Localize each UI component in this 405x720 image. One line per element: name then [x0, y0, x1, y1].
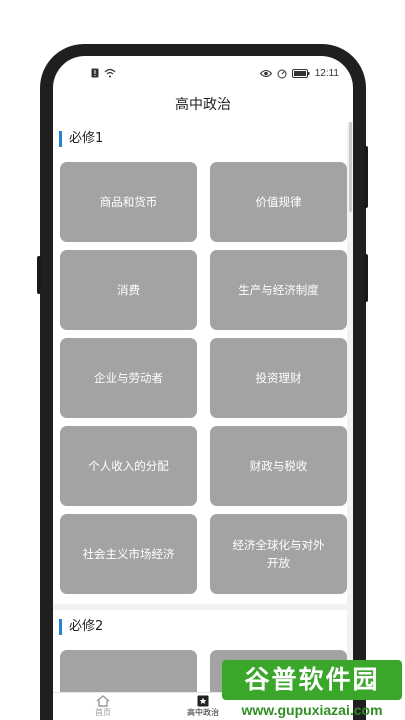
- topic-card[interactable]: 价值规律: [210, 162, 347, 242]
- section-header-bixiu1: 必修1: [53, 122, 347, 156]
- topic-card[interactable]: 生产与经济制度: [210, 250, 347, 330]
- topic-card[interactable]: 消费: [60, 250, 197, 330]
- phone-volume-button: [364, 146, 368, 208]
- top-bar: 高中政治: [53, 90, 353, 120]
- phone-side-button: [37, 256, 41, 294]
- section-title: 必修2: [69, 619, 104, 634]
- section-accent-bar: [59, 619, 62, 635]
- topic-card[interactable]: [60, 650, 197, 692]
- topic-card[interactable]: 经济全球化与对外开放: [210, 514, 347, 594]
- topic-card[interactable]: 个人收入的分配: [60, 426, 197, 506]
- phone-power-button: [364, 254, 368, 302]
- card-grid: 商品和货币 价值规律 消费 生产与经济制度 企业与劳动者 投资理财 个人收入的分…: [53, 156, 347, 604]
- watermark-brand: 谷普软件园: [222, 660, 402, 700]
- tab-label: 首页: [95, 708, 111, 717]
- topic-card[interactable]: 财政与税收: [210, 426, 347, 506]
- section-title: 必修1: [69, 131, 104, 146]
- topic-card[interactable]: 社会主义市场经济: [60, 514, 197, 594]
- battery-icon: [291, 69, 310, 78]
- tab-label: 高中政治: [187, 708, 219, 717]
- page-title: 高中政治: [175, 97, 231, 113]
- app-screen: 12:11 高中政治 必修1 商品和货币 价值规律 消费 生产与经济制度 企业与…: [53, 56, 353, 720]
- watermark-url: www.gupuxiazai.com: [241, 702, 383, 718]
- topic-card[interactable]: 商品和货币: [60, 162, 197, 242]
- site-watermark: 谷普软件园 www.gupuxiazai.com: [222, 660, 402, 720]
- status-bar: 12:11: [53, 56, 353, 90]
- home-icon: [96, 695, 110, 707]
- speed-icon: [277, 69, 287, 78]
- section-accent-bar: [59, 131, 62, 147]
- content-scroll-area[interactable]: 必修1 商品和货币 价值规律 消费 生产与经济制度 企业与劳动者 投资理财 个人…: [53, 122, 353, 692]
- status-time: 12:11: [314, 68, 339, 79]
- section-header-bixiu2: 必修2: [53, 610, 347, 644]
- topic-card[interactable]: 投资理财: [210, 338, 347, 418]
- tab-home[interactable]: 首页: [53, 695, 153, 720]
- star-book-icon: [197, 695, 209, 707]
- eye-icon: [259, 70, 272, 77]
- topic-card[interactable]: 企业与劳动者: [60, 338, 197, 418]
- wifi-icon: [104, 68, 116, 78]
- sim-alert-icon: [91, 68, 99, 78]
- scrollbar[interactable]: [349, 122, 352, 212]
